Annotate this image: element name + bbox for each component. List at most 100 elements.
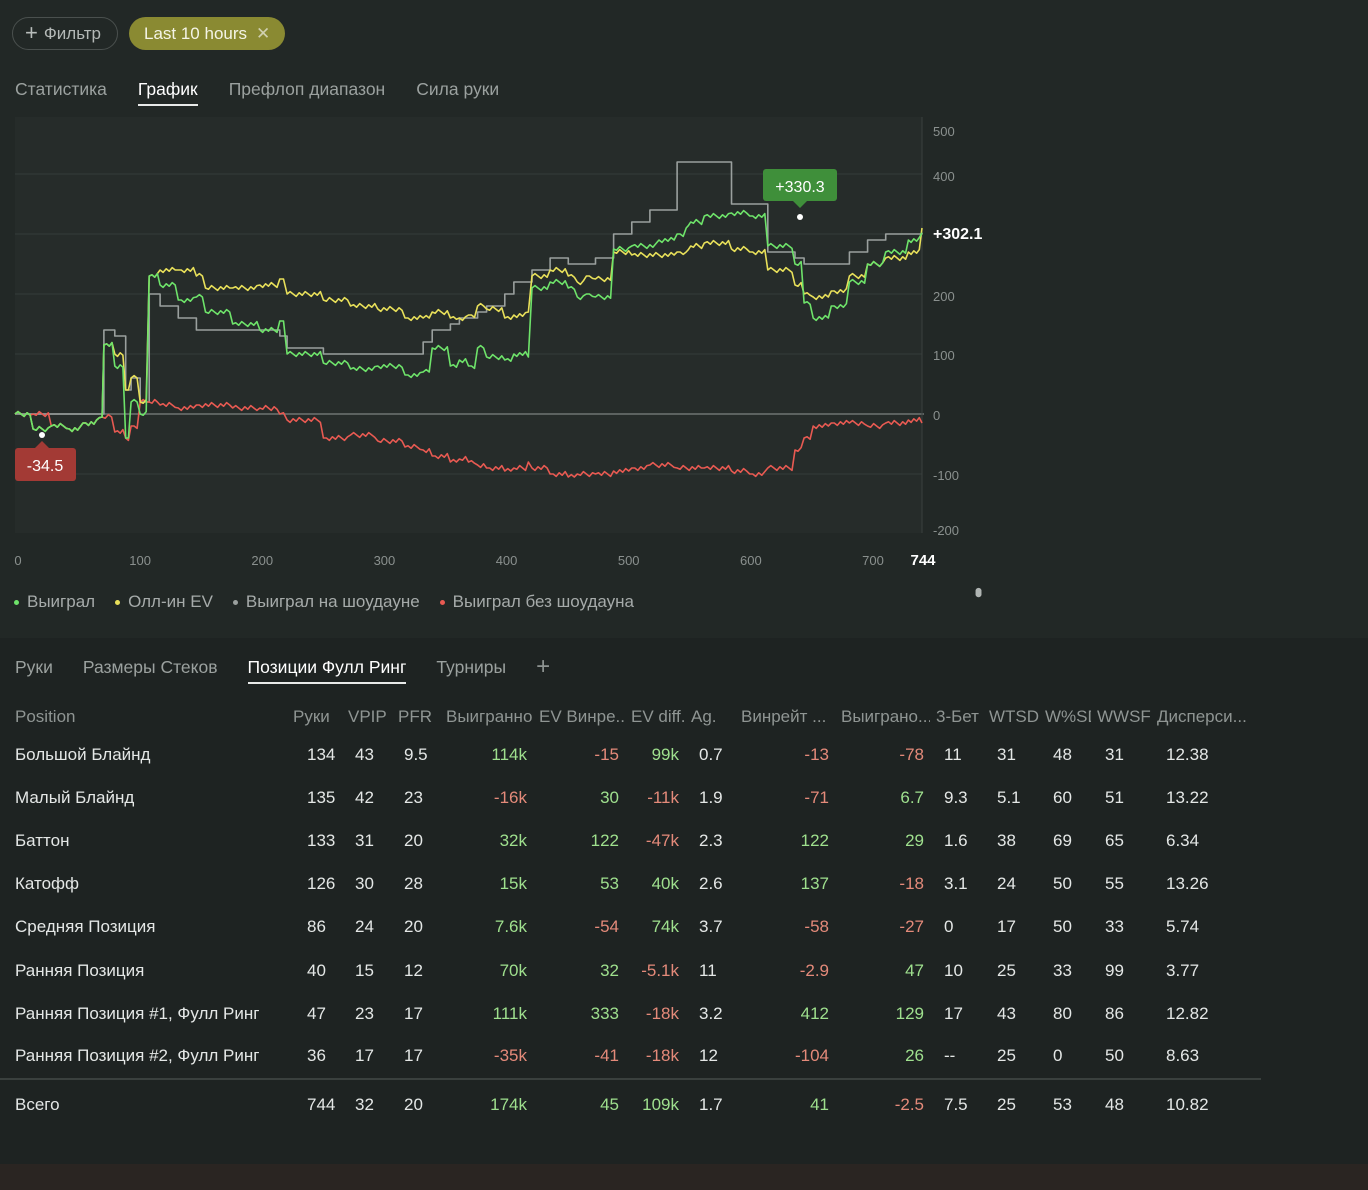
column-header[interactable]: WWSF% <box>1091 700 1151 733</box>
time-filter-chip[interactable]: Last 10 hours ✕ <box>129 17 285 50</box>
table-row[interactable]: Ранняя Позиция 40 15 12 70k 32 -5.1k 11 -2.9 47 10… <box>0 949 1261 992</box>
table-cell: 30 <box>600 787 619 807</box>
table-cell: 51 <box>1105 787 1124 807</box>
position-name: Ранняя Позиция #2, Фулл Ринг <box>15 1046 260 1066</box>
table-cell: 0 <box>1053 1046 1063 1066</box>
column-header[interactable]: PFR <box>390 700 440 733</box>
table-cell: 20 <box>404 830 423 850</box>
table-cell: 74k <box>651 917 679 937</box>
position-name: Всего <box>0 1077 285 1131</box>
x-tick-label: 500 <box>618 553 640 568</box>
table-cell: 38 <box>997 830 1016 850</box>
table-cell: 25 <box>997 960 1016 980</box>
column-header[interactable]: WTSD <box>983 700 1039 733</box>
table-cell: 32 <box>600 960 619 980</box>
tab-3[interactable]: Позиции Фулл Ринг <box>247 657 406 684</box>
table-cell: 25 <box>997 1046 1016 1066</box>
table-row[interactable]: Баттон 133 31 20 32k 122 -47k 2.3 122 29 1.6 38 69 65… <box>0 819 1261 862</box>
column-header[interactable]: Руки <box>285 700 340 733</box>
table-cell: 42 <box>355 787 374 807</box>
table-cell: 23 <box>404 787 423 807</box>
column-header[interactable]: Ag. <box>685 700 735 733</box>
table-cell: 48 <box>1053 744 1072 764</box>
table-cell: 31 <box>355 830 374 850</box>
table-cell: 12.38 <box>1166 744 1209 764</box>
table-cell: 43 <box>355 744 374 764</box>
y-tick-label: 400 <box>933 169 955 184</box>
table-cell: -15 <box>594 744 619 764</box>
chart-svg: 500 400 200 100 0 -100 -200 0 100 200 300 400 500 600… <box>14 117 982 569</box>
tab-4[interactable]: Сила руки <box>416 79 499 106</box>
table-cell: 99 <box>1105 960 1124 980</box>
column-header[interactable]: Выиграно... <box>835 700 930 733</box>
add-filter-button[interactable]: + Фильтр <box>12 17 118 50</box>
table-row[interactable]: Ранняя Позиция #1, Фулл Ринг 47 23 17 111k 33… <box>0 992 1261 1035</box>
max-badge-label: +330.3 <box>775 179 824 196</box>
table-cell: 3.1 <box>944 874 968 894</box>
legend-item[interactable]: Олл-ин EV <box>115 592 213 612</box>
column-header[interactable]: VPIP <box>340 700 390 733</box>
table-cell: 744 <box>285 1077 340 1131</box>
legend-item[interactable]: Выиграл без шоудауна <box>439 592 634 612</box>
column-header[interactable]: EV Винре... <box>533 700 625 733</box>
tab-2[interactable]: Размеры Стеков <box>83 657 218 684</box>
legend-item[interactable]: Выиграл <box>14 592 95 612</box>
x-tick-label: 300 <box>374 553 396 568</box>
position-name: Ранняя Позиция #1, Фулл Ринг <box>15 1003 260 1023</box>
table-cell: 80 <box>1053 1003 1072 1023</box>
table-cell: 7.5 <box>930 1077 983 1131</box>
tab-3[interactable]: Префлоп диапазон <box>229 79 386 106</box>
x-tick-label: 400 <box>496 553 518 568</box>
tab-1[interactable]: Статистика <box>15 79 107 106</box>
table-cell: 20 <box>390 1077 440 1131</box>
column-header[interactable]: Винрейт ... <box>735 700 835 733</box>
tab-4[interactable]: Турниры <box>436 657 506 684</box>
table-row[interactable]: Средняя Позиция 86 24 20 7.6k -54 74k 3.7 -58 -27… <box>0 906 1261 949</box>
column-header[interactable]: Position <box>0 700 285 733</box>
table-cell: 50 <box>1105 1046 1124 1066</box>
table-row[interactable]: Ранняя Позиция #2, Фулл Ринг 36 17 17 -35k -4… <box>0 1035 1261 1078</box>
table-cell: 13.26 <box>1166 874 1209 894</box>
table-cell: -47k <box>645 830 679 850</box>
close-icon[interactable]: ✕ <box>256 24 270 44</box>
table-cell: 333 <box>590 1003 619 1023</box>
tab-2[interactable]: График <box>137 79 198 106</box>
table-cell: -41 <box>594 1046 619 1066</box>
table-cell: 41 <box>735 1077 835 1131</box>
table-cell: -18 <box>899 874 924 894</box>
table-cell: 135 <box>307 787 336 807</box>
footer-strip <box>0 1164 1368 1190</box>
table-cell: 60 <box>1053 787 1072 807</box>
tab-1[interactable]: Руки <box>15 657 53 684</box>
table-cell: 25 <box>983 1077 1039 1131</box>
more-options-icon[interactable]: ••• <box>966 587 991 592</box>
table-cell: -35k <box>493 1046 527 1066</box>
table-cell: 31 <box>997 744 1016 764</box>
column-header[interactable]: Дисперси... <box>1151 700 1261 733</box>
table-row[interactable]: Малый Блайнд 135 42 23 -16k 30 -11k 1.9 -71 6.7 9.… <box>0 776 1261 819</box>
min-marker <box>39 432 45 438</box>
table-cell: -71 <box>804 787 829 807</box>
table-cell: -2.5 <box>835 1077 930 1131</box>
positions-table: Position Руки VPIP PFR Выигранно EV Винре... E… <box>0 700 1261 1131</box>
table-cell: 17 <box>404 1003 423 1023</box>
table-cell: 33 <box>1053 960 1072 980</box>
add-tab-button[interactable]: + <box>536 653 550 684</box>
table-row[interactable]: Большой Блайнд 134 43 9.5 114k -15 99k 0.7 -13 -7… <box>0 733 1261 776</box>
position-name: Малый Блайнд <box>15 787 135 807</box>
x-tick-label: 700 <box>862 553 884 568</box>
column-header[interactable]: EV diff. <box>625 700 685 733</box>
column-header[interactable]: Выигранно <box>440 700 533 733</box>
legend-dot <box>14 599 19 605</box>
filter-bar: + Фильтр Last 10 hours ✕ <box>12 17 285 50</box>
column-header[interactable]: W%SD <box>1039 700 1091 733</box>
legend-item[interactable]: Выиграл на шоудауне <box>232 592 420 612</box>
total-row[interactable]: Всего 744 32 20 174k 45 109k 1.7 41 -2.5 7.5 25 53 48… <box>0 1077 1261 1131</box>
table-cell: 2.3 <box>699 830 723 850</box>
table-row[interactable]: Катофф 126 30 28 15k 53 40k 2.6 137 -18 3.1 24 50 55 1… <box>0 863 1261 906</box>
column-header[interactable]: 3-Бет <box>930 700 983 733</box>
table-cell: 86 <box>1105 1003 1124 1023</box>
table-cell: 24 <box>355 917 374 937</box>
table-cell: 12 <box>699 1046 718 1066</box>
table-cell: 47 <box>905 960 924 980</box>
